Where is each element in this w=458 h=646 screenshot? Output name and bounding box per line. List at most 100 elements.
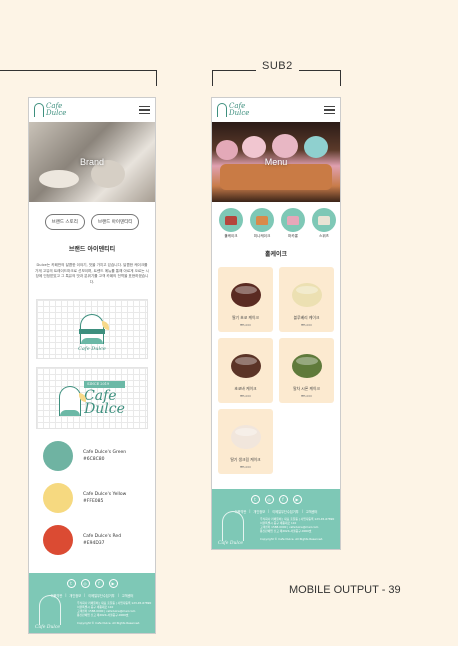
hero-title: Menu <box>264 157 288 167</box>
wordmark-grid-panel: SINCE 2019 Cafe Dulce <box>36 367 148 429</box>
cake-image <box>230 354 261 378</box>
footer: t ◎ f ▶ 이용약관 | 개인정보 | 이메일무단수집거부 | 고객센터 주식회사… <box>29 573 155 633</box>
category-thumb <box>219 208 243 232</box>
footer-link-email[interactable]: 이메일무단수집거부 <box>272 509 298 514</box>
logo-line-2: Dulce <box>229 109 250 117</box>
instagram-icon[interactable]: ◎ <box>80 579 90 588</box>
wordmark-line-2: Dulce <box>84 400 125 417</box>
menu-mobile-screen: Cafe Dulce Menu 홀케이크 미니케이크 마카롱 스위츠 홀케이크 딸기 … <box>211 97 341 550</box>
cake-card[interactable]: 말차 시폰 케이크 ₩5,000 <box>279 338 334 403</box>
color-swatch: Cafe Dulce's Red #E94D37 <box>43 525 155 555</box>
brand-identity-mobile-screen: Cafe Dulce Brand 브랜드 스토리 브랜드 아이덴티티 브랜드 아… <box>28 97 156 634</box>
footer-emblem-icon <box>39 595 61 625</box>
tab-brand-identity[interactable]: 브랜드 아이덴티티 <box>90 214 140 230</box>
color-swatch: Cafe Dulce's Yellow #FFE085 <box>43 483 155 513</box>
tab-brand-story[interactable]: 브랜드 스토리 <box>44 214 85 230</box>
youtube-icon[interactable]: ▶ <box>292 495 302 504</box>
frame-tick-left <box>156 70 157 86</box>
instagram-icon[interactable]: ◎ <box>264 495 274 504</box>
footer-link-privacy[interactable]: 개인정보 <box>253 509 265 514</box>
footer-link-support[interactable]: 고객센터 <box>306 509 318 514</box>
header: Cafe Dulce <box>212 98 340 122</box>
cake-image <box>230 283 261 307</box>
brand-description: Dulce는 카페만의 달콤한 이야기, 맛을 가지고 있습니다. 달콤한 케이… <box>35 263 149 284</box>
category-thumb <box>281 208 305 232</box>
section-title: 홀케이크 <box>264 251 288 258</box>
wordmark-logo: SINCE 2019 Cafe Dulce <box>59 380 125 417</box>
header: Cafe Dulce <box>29 98 155 122</box>
swatch-name: Cafe Dulce's Red <box>83 534 122 539</box>
cake-card[interactable]: 딸기 초코 케이크 ₩5,000 <box>218 267 273 332</box>
emblem-grid-panel: Cafe Dulce <box>36 299 148 359</box>
cake-icon <box>318 215 330 225</box>
copyright: Copyright © Cafe Dulce. All Rights Reser… <box>260 537 324 541</box>
info-line: 통신판매업 신고 제2024-서울중구-0000호 <box>77 613 129 617</box>
footer-emblem-icon <box>222 511 244 541</box>
swatch-dot <box>43 483 73 513</box>
frame-tick-sub2-right <box>340 70 341 86</box>
emblem-icon <box>59 385 87 416</box>
cake-price: ₩5,000 <box>240 465 251 469</box>
youtube-icon[interactable]: ▶ <box>108 579 118 588</box>
category-item[interactable]: 스위츠 <box>312 208 336 239</box>
category-label: 마카롱 <box>288 234 298 238</box>
category-item[interactable]: 미니케이크 <box>250 208 274 239</box>
footer-link-email[interactable]: 이메일무단수집거부 <box>88 593 114 598</box>
brand-hero-banner: Brand <box>29 122 155 202</box>
cake-name: 블루베리 케이크 <box>293 315 320 320</box>
swatch-name: Cafe Dulce's Green <box>83 450 127 455</box>
facebook-icon[interactable]: f <box>94 579 104 588</box>
copyright: Copyright © Cafe Dulce. All Rights Reser… <box>77 621 141 625</box>
cafe-dulce-logo[interactable]: Cafe Dulce <box>217 103 249 117</box>
company-info: 주식회사 카페둘체 | 대표 홍길동 | 사업자등록 123-45-67890 … <box>77 601 155 617</box>
swatch-hex: #6C8C80 <box>83 457 105 462</box>
frame-line-left <box>0 70 157 71</box>
company-info: 주식회사 카페둘체 | 대표 홍길동 | 사업자등록 123-45-67890 … <box>260 517 340 533</box>
twitter-icon[interactable]: t <box>250 495 260 504</box>
facebook-icon[interactable]: f <box>278 495 288 504</box>
footer-link-privacy[interactable]: 개인정보 <box>69 593 81 598</box>
mobile-output-label: MOBILE OUTPUT - 39 <box>289 584 401 596</box>
swatch-hex: #FFE085 <box>83 499 104 504</box>
footer-link-support[interactable]: 고객센터 <box>122 593 134 598</box>
section-title: 브랜드 아이덴티티 <box>68 246 116 253</box>
emblem-icon <box>79 314 109 344</box>
category-thumb <box>312 208 336 232</box>
cafe-dulce-logo[interactable]: Cafe Dulce <box>34 103 66 117</box>
cake-image <box>230 425 261 449</box>
cake-name: 말차 시폰 케이크 <box>293 386 320 391</box>
arch-logo-icon <box>217 103 227 117</box>
cake-card[interactable]: 딸기 생크림 케이크 ₩5,000 <box>218 409 273 474</box>
cake-name: 딸기 생크림 케이크 <box>230 457 261 462</box>
footer-mark-text: Cafe Dulce <box>35 625 61 630</box>
swatch-dot <box>43 525 73 555</box>
cake-card[interactable]: 블루베리 케이크 ₩5,000 <box>279 267 334 332</box>
cake-price: ₩5,000 <box>301 323 312 327</box>
twitter-icon[interactable]: t <box>66 579 76 588</box>
brand-tabs: 브랜드 스토리 브랜드 아이덴티티 <box>29 214 155 230</box>
emblem-caption: Cafe Dulce <box>78 346 106 352</box>
frame-tick-sub2-left <box>212 70 213 86</box>
social-icons: t ◎ f ▶ <box>29 579 155 588</box>
hamburger-menu-icon[interactable] <box>324 106 335 114</box>
cake-icon <box>225 215 237 225</box>
hamburger-menu-icon[interactable] <box>139 106 150 114</box>
wordmark-tag: SINCE 2019 <box>84 380 125 388</box>
category-label: 홀케이크 <box>224 234 238 238</box>
cake-price: ₩5,000 <box>301 394 312 398</box>
cake-card[interactable]: 초코바 케이크 ₩5,000 <box>218 338 273 403</box>
swatch-hex: #E94D37 <box>83 541 105 546</box>
color-swatch: Cafe Dulce's Green #6C8C80 <box>43 441 155 471</box>
menu-hero-banner: Menu <box>212 122 340 202</box>
cake-name: 초코바 케이크 <box>234 386 257 391</box>
cake-image <box>291 283 322 307</box>
category-item[interactable]: 마카롱 <box>281 208 305 239</box>
category-item[interactable]: 홀케이크 <box>219 208 243 239</box>
frame-line-sub2-left <box>212 70 256 71</box>
cake-icon <box>256 215 268 225</box>
footer-mark-text: Cafe Dulce <box>218 541 244 546</box>
hero-title: Brand <box>79 157 105 167</box>
category-label: 스위츠 <box>319 234 329 238</box>
category-thumb <box>250 208 274 232</box>
arch-logo-icon <box>34 103 44 117</box>
